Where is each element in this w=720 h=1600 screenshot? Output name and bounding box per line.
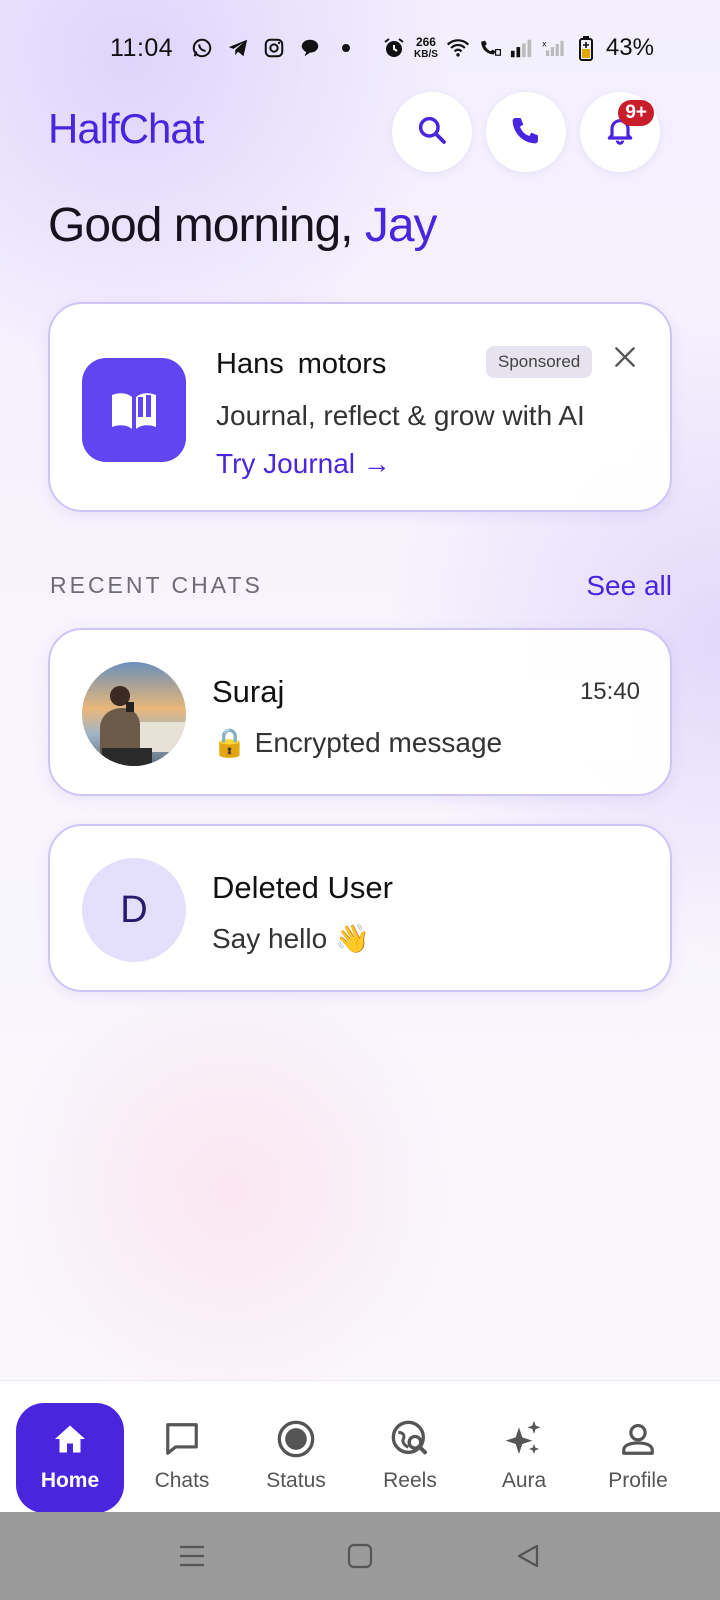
bottom-nav: Home Chats Status Reels Aura Profile	[0, 1380, 720, 1513]
menu-icon[interactable]	[170, 1534, 214, 1578]
ad-description: Journal, reflect & grow with AI	[216, 400, 585, 431]
chat-item-deleted-user[interactable]: D Deleted User Say hello 👋	[48, 824, 672, 992]
nav-label: Status	[266, 1469, 326, 1492]
home-square-icon[interactable]	[338, 1534, 382, 1578]
see-all-link[interactable]: See all	[586, 570, 672, 602]
phone-icon	[510, 114, 542, 151]
chat-icon	[162, 1419, 202, 1459]
home-icon	[50, 1419, 90, 1459]
speed-value: 266	[415, 34, 436, 49]
nav-aura[interactable]: Aura	[470, 1403, 578, 1513]
system-status-icons: 266 KB/S x 43%	[382, 34, 654, 62]
nav-status[interactable]: Status	[242, 1403, 350, 1513]
chat-last-message: Say hello 👋	[212, 923, 370, 954]
greeting-name: Jay	[364, 199, 438, 252]
system-nav-bar	[0, 1512, 720, 1600]
speed-unit: KB/S	[414, 48, 438, 60]
status-time: 11:04	[110, 34, 174, 62]
message-bubble-icon	[298, 36, 322, 60]
alarm-icon	[382, 36, 406, 60]
chat-time: 15:40	[579, 678, 640, 705]
book-icon	[82, 358, 186, 462]
recent-chats-title: RECENT CHATS	[50, 572, 263, 598]
nav-label: Aura	[501, 1469, 547, 1492]
reels-icon	[390, 1419, 430, 1459]
nav-label: Reels	[383, 1469, 437, 1492]
nav-home[interactable]: Home	[16, 1403, 124, 1513]
sponsored-badge: Sponsored	[486, 346, 593, 378]
status-icon	[276, 1419, 316, 1459]
notification-badge: 9+	[618, 100, 654, 126]
ad-title: Hans motors	[216, 348, 387, 380]
close-icon[interactable]	[612, 344, 638, 370]
chat-name: Deleted User	[212, 870, 393, 905]
instagram-icon	[262, 36, 286, 60]
app-header: HalfChat 9+	[0, 88, 720, 172]
notification-icons	[190, 36, 358, 60]
chat-item-suraj[interactable]: Suraj 15:40 🔒 Encrypted message	[48, 628, 672, 796]
notifications-button[interactable]: 9+	[580, 92, 660, 172]
wifi-calling-icon	[478, 36, 502, 60]
signal-2-icon: x	[542, 36, 566, 60]
sponsored-card[interactable]: Hans motors Sponsored Journal, reflect &…	[48, 302, 672, 512]
svg-text:x: x	[542, 39, 547, 48]
try-journal-link[interactable]: Try Journal →	[216, 448, 391, 480]
nav-label: Home	[40, 1469, 100, 1492]
nav-profile[interactable]: Profile	[584, 1403, 692, 1513]
avatar	[82, 662, 186, 766]
battery-icon	[574, 36, 598, 61]
nav-label: Profile	[608, 1469, 668, 1492]
nav-chats[interactable]: Chats	[128, 1403, 236, 1513]
app-logo: HalfChat	[48, 105, 204, 152]
nav-label: Chats	[154, 1469, 210, 1492]
call-button[interactable]	[486, 92, 566, 172]
battery-percent: 43%	[605, 34, 654, 61]
network-speed: 266 KB/S	[414, 34, 438, 60]
profile-icon	[618, 1419, 658, 1459]
telegram-icon	[226, 36, 250, 60]
back-icon[interactable]	[506, 1534, 550, 1578]
greeting-prefix: Good morning,	[48, 199, 365, 252]
status-bar: 11:04 266 KB/S x 43%	[0, 28, 720, 68]
sparkle-icon	[504, 1419, 544, 1459]
signal-icon	[510, 36, 534, 60]
wifi-icon	[446, 36, 470, 60]
greeting: Good morning, Jay	[48, 198, 438, 253]
search-button[interactable]	[392, 92, 472, 172]
dot-icon	[334, 36, 358, 60]
avatar: D	[82, 858, 186, 962]
nav-reels[interactable]: Reels	[356, 1403, 464, 1513]
chat-last-message: 🔒 Encrypted message	[212, 727, 503, 758]
chat-name: Suraj	[212, 674, 285, 709]
whatsapp-icon	[190, 36, 214, 60]
search-icon	[416, 114, 448, 151]
